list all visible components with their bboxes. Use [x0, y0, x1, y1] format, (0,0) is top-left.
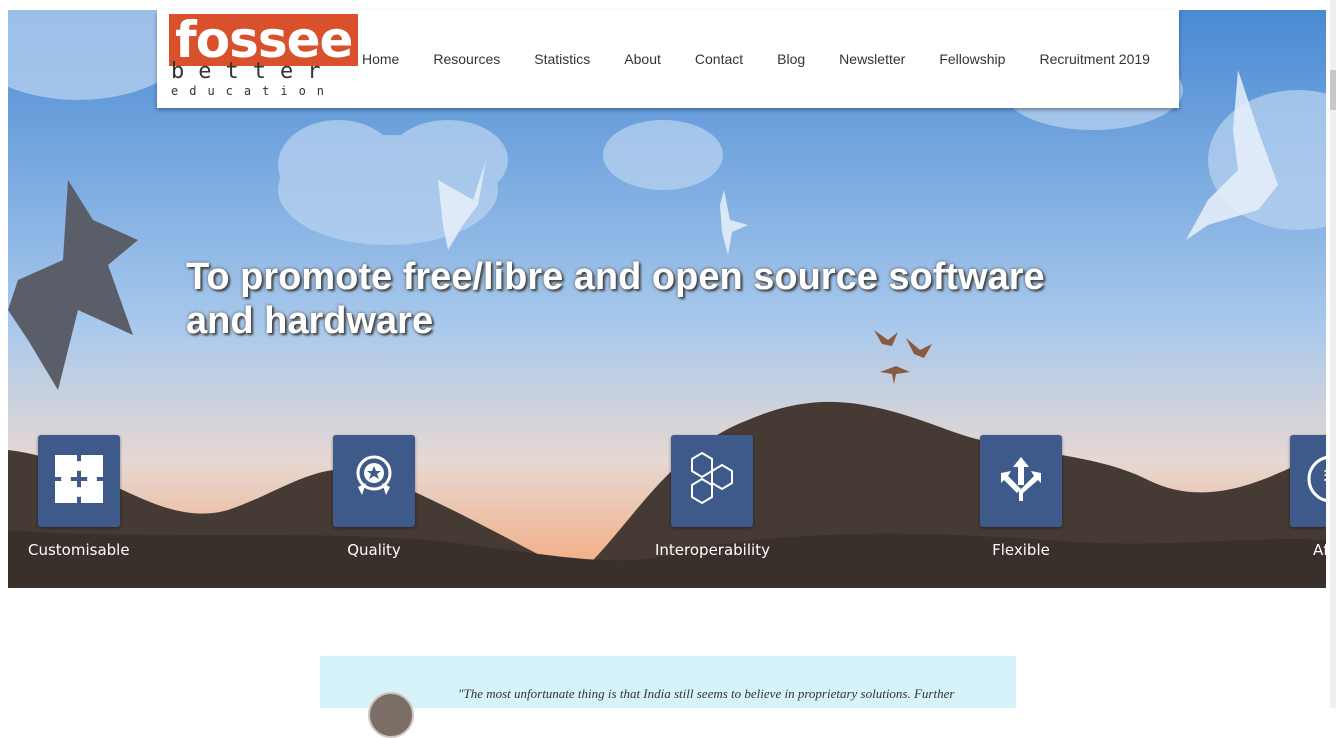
feature-tile[interactable] — [980, 435, 1062, 527]
puzzle-icon — [51, 451, 107, 512]
nav-resources[interactable]: Resources — [433, 51, 500, 67]
svg-text:₹: ₹ — [1323, 466, 1326, 496]
arrows-branch-icon — [993, 451, 1049, 512]
feature-interoperability[interactable]: Interoperability — [655, 435, 770, 559]
hexagons-icon — [682, 449, 742, 514]
main-menu: Home Resources Statistics About Contact … — [362, 51, 1184, 67]
award-badge-icon — [346, 451, 402, 512]
logo-tagline-better: better — [171, 59, 335, 84]
navbar: fossee better education Home Resources S… — [157, 10, 1179, 108]
nav-statistics[interactable]: Statistics — [534, 51, 590, 67]
testimonial-text: "The most unfortunate thing is that Indi… — [458, 686, 955, 701]
feature-label: Customisable — [28, 541, 130, 559]
fossee-logo[interactable]: fossee better education — [169, 12, 359, 104]
avatar — [368, 692, 414, 738]
feature-tile[interactable] — [671, 435, 754, 527]
feature-quality[interactable]: Quality — [333, 435, 415, 559]
scrollbar-thumb[interactable] — [1330, 70, 1336, 110]
nav-blog[interactable]: Blog — [777, 51, 805, 67]
feature-affordable[interactable]: ₹ Affor — [1290, 435, 1326, 559]
feature-customisable[interactable]: Customisable — [28, 435, 130, 559]
nav-home[interactable]: Home — [362, 51, 399, 67]
nav-fellowship[interactable]: Fellowship — [939, 51, 1005, 67]
nav-about[interactable]: About — [624, 51, 661, 67]
nav-recruitment[interactable]: Recruitment 2019 — [1039, 51, 1150, 67]
nav-newsletter[interactable]: Newsletter — [839, 51, 905, 67]
feature-label: Interoperability — [655, 541, 770, 559]
feature-tile[interactable] — [333, 435, 415, 527]
logo-tagline-education: education — [171, 84, 336, 98]
testimonial-card: "The most unfortunate thing is that Indi… — [320, 656, 1016, 738]
feature-tile[interactable] — [37, 435, 120, 527]
feature-label: Affor — [1313, 541, 1326, 559]
feature-flexible[interactable]: Flexible — [980, 435, 1062, 559]
rupee-icon: ₹ — [1303, 451, 1326, 512]
feature-label: Flexible — [992, 541, 1050, 559]
nav-contact[interactable]: Contact — [695, 51, 743, 67]
feature-tile[interactable]: ₹ — [1290, 435, 1326, 527]
feature-label: Quality — [347, 541, 401, 559]
page-scrollbar[interactable] — [1330, 0, 1336, 708]
hero-headline: To promote free/libre and open source so… — [186, 256, 1045, 342]
